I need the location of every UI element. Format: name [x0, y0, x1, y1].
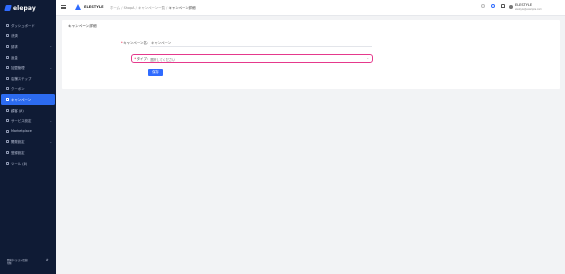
- hamburger-menu-icon[interactable]: [61, 5, 66, 9]
- sidebar-item-label: サービス設定: [11, 119, 32, 124]
- page-title: キャンペーン詳細: [68, 24, 97, 28]
- steps-icon: [6, 76, 9, 80]
- sidebar-item-label: クーポン: [11, 87, 25, 92]
- sidebar-item-label: 決済: [11, 34, 18, 39]
- sidebar-item-tool[interactable]: ツール (β): [0, 158, 56, 169]
- chevron-down-icon: ⌄: [49, 65, 52, 70]
- store-icon: [6, 66, 9, 70]
- campaign-detail-card: キャンペーン詳細 *キャンペーン名: キャンペーン *タイプ: 選択してください…: [62, 20, 560, 89]
- coupon-icon: [6, 87, 9, 91]
- header-actions: [481, 4, 505, 8]
- chevron-down-icon: ⌄: [49, 118, 52, 123]
- sidebar-item-label: キャンペーン: [11, 97, 32, 102]
- breadcrumb-separator: /: [121, 6, 123, 10]
- sidebar-nav: ダッシュボード 決済 請求 ⌄ 返金 加盟管理 ⌄ 店舗ステップ クーポン キャンペ…: [0, 20, 56, 168]
- sidebar-item-label: 請求: [11, 44, 18, 49]
- avatar: [509, 5, 513, 9]
- breadcrumb-separator: /: [166, 6, 168, 10]
- sidebar-item-dashboard[interactable]: ダッシュボード: [0, 20, 56, 31]
- sidebar-item-refund[interactable]: 返金: [0, 52, 56, 63]
- sidebar-item-label: ツール (β): [11, 161, 28, 166]
- chevron-down-icon: ⌄: [49, 139, 52, 144]
- sidebar-item-label: Marketplace: [11, 129, 32, 134]
- chevron-down-icon: ⌄: [49, 44, 52, 49]
- sidebar-item-label: 登録設定: [11, 150, 25, 155]
- brand-logo-icon: [75, 4, 81, 10]
- sidebar-item-registration[interactable]: 登録設定: [0, 147, 56, 158]
- campaign-type-select[interactable]: 選択してください ⌄: [131, 53, 373, 63]
- account-email: elestyle@example.com: [515, 8, 542, 11]
- tool-icon: [6, 161, 9, 165]
- registration-icon: [6, 150, 9, 154]
- campaign-icon: [6, 97, 9, 101]
- elepay-logo[interactable]: elepay: [4, 4, 36, 12]
- sidebar: elepay ダッシュボード 決済 請求 ⌄ 返金 加盟管理 ⌄ 店舗ステップ クー…: [0, 0, 56, 274]
- campaign-name-underline: [150, 45, 372, 47]
- campaign-name-label: *キャンペーン名:: [121, 40, 148, 45]
- campaign-name-label-text: キャンペーン名: [123, 41, 147, 45]
- chevron-down-icon: ⌄: [366, 56, 369, 61]
- breadcrumb-separator: /: [135, 6, 137, 10]
- sidebar-item-label: 開発設定: [11, 140, 25, 145]
- marketplace-icon: [6, 129, 9, 133]
- sidebar-item-label: 返金: [11, 55, 18, 60]
- settings-icon: [6, 119, 9, 123]
- dashboard-icon: [6, 23, 9, 27]
- top-bar: ELESTYLE ホーム/ShopA/キャンペーン一覧/キャンペーン詳細 ELE…: [56, 0, 565, 16]
- sidebar-item-payment[interactable]: 決済: [0, 31, 56, 42]
- label-colon: :: [146, 41, 148, 45]
- environment-switch[interactable]: 開発中 (テスト環境) 切替 ⇵: [7, 259, 49, 266]
- environment-switch-label: 切替: [7, 262, 12, 265]
- invoice-icon: [6, 44, 9, 48]
- sidebar-item-steps[interactable]: 店舗ステップ: [0, 73, 56, 84]
- sidebar-item-service-settings[interactable]: サービス設定 ⌄: [0, 115, 56, 126]
- brand-name: ELESTYLE: [84, 5, 104, 9]
- logo-mark-icon: [4, 5, 12, 11]
- sidebar-item-label: 加盟管理: [11, 66, 25, 71]
- breadcrumb: ホーム/ShopA/キャンペーン一覧/キャンペーン詳細: [110, 5, 195, 10]
- customer-icon: [6, 108, 9, 112]
- refund-icon: [6, 55, 9, 59]
- account-brand: ELESTYLE: [75, 4, 104, 10]
- breadcrumb-home[interactable]: ホーム: [110, 6, 120, 10]
- sidebar-item-marketplace[interactable]: Marketplace: [0, 126, 56, 137]
- sidebar-item-campaign[interactable]: キャンペーン: [1, 94, 55, 105]
- help-icon[interactable]: [491, 4, 495, 8]
- sidebar-item-label: 店舗ステップ: [11, 76, 32, 81]
- sidebar-item-developer[interactable]: 開発設定 ⌄: [0, 137, 56, 148]
- payment-icon: [6, 34, 9, 38]
- sidebar-item-invoice[interactable]: 請求 ⌄: [0, 41, 56, 52]
- sidebar-item-customer[interactable]: 顧客 (β): [0, 105, 56, 116]
- account-name: ELESTYLE: [515, 3, 533, 7]
- sidebar-item-store[interactable]: 加盟管理 ⌄: [0, 62, 56, 73]
- developer-icon: [6, 140, 9, 144]
- breadcrumb-current: キャンペーン詳細: [168, 6, 196, 10]
- notification-bell-icon[interactable]: [501, 4, 505, 8]
- save-button[interactable]: 保存: [148, 69, 163, 76]
- sidebar-item-label: ダッシュボード: [11, 23, 35, 28]
- logo-text: elepay: [13, 4, 36, 12]
- breadcrumb-shop[interactable]: ShopA: [124, 6, 135, 10]
- sidebar-item-coupon[interactable]: クーポン: [0, 84, 56, 95]
- breadcrumb-campaign-list[interactable]: キャンペーン一覧: [138, 6, 165, 10]
- sidebar-item-label: 顧客 (β): [11, 108, 24, 113]
- switch-arrows-icon: ⇵: [46, 258, 49, 262]
- campaign-name-field[interactable]: キャンペーン: [151, 40, 171, 45]
- campaign-type-placeholder: 選択してください: [150, 57, 176, 62]
- search-icon[interactable]: [481, 4, 485, 8]
